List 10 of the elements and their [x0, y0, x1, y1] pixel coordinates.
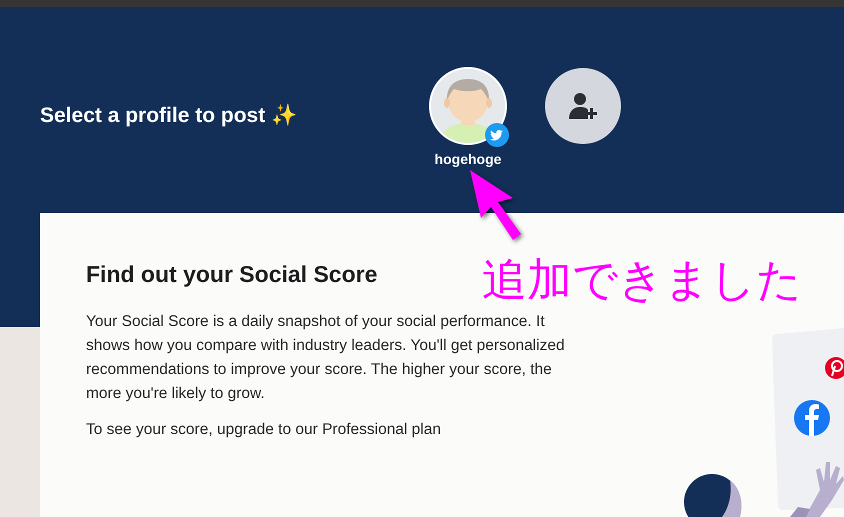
facebook-icon — [794, 400, 830, 436]
card-heading: Find out your Social Score — [86, 261, 378, 288]
annotation-text: 追加できました — [482, 252, 802, 308]
card-paragraph: To see your score, upgrade to our Professional plan — [86, 420, 442, 440]
add-user-icon — [568, 91, 598, 121]
card-paragraph: Your Social Score is a daily snapshot of your social performance. It shows how you compare with industry leaders. You'll get personalized recommendations to improve your score. The higher your score, the more you're likely to grow. — [86, 312, 566, 404]
profile-name: hogehoge — [434, 151, 502, 167]
bird-icon — [485, 123, 509, 147]
header-title: Select a profile to post ✨ — [40, 103, 298, 128]
pinterest-icon — [825, 357, 844, 379]
